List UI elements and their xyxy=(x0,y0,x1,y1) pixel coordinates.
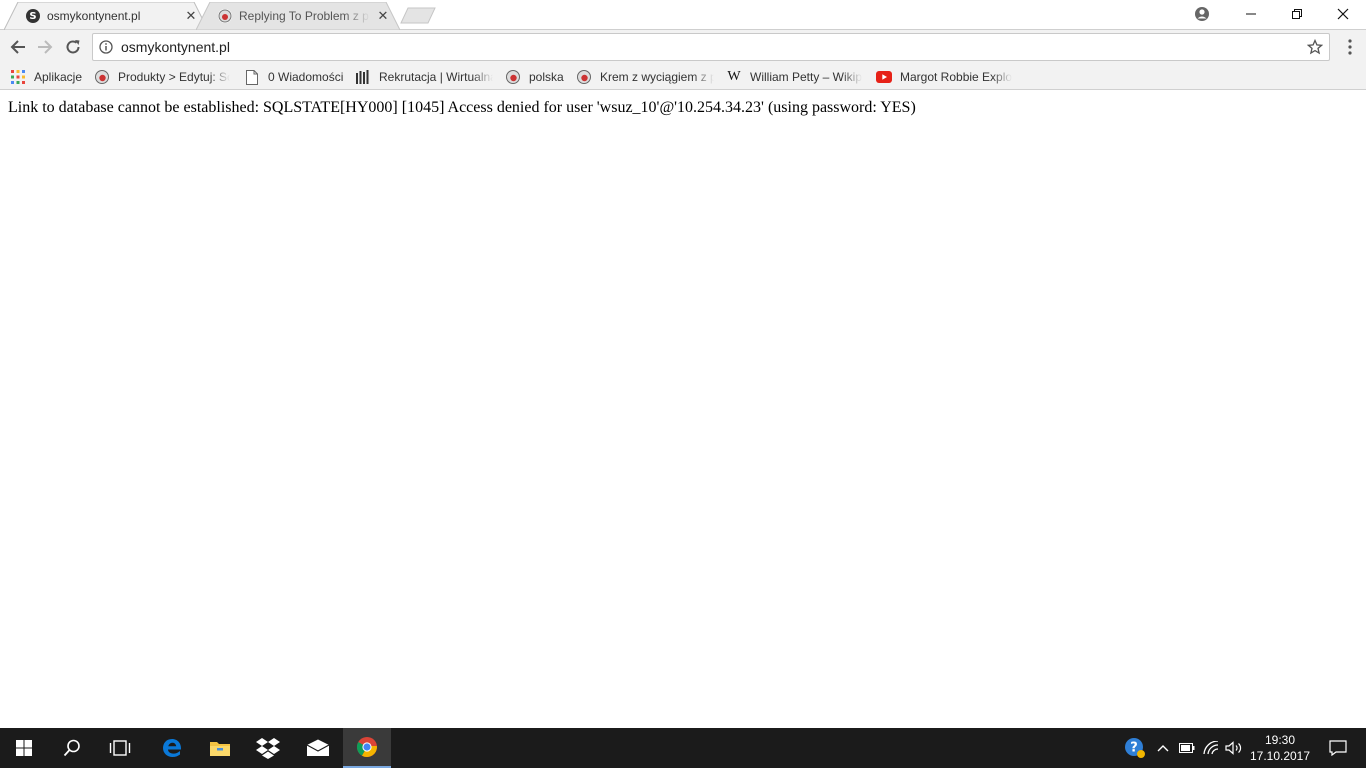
info-icon[interactable] xyxy=(99,40,113,54)
file-explorer-icon xyxy=(210,742,230,756)
browser-toolbar: osmykontynent.pl xyxy=(0,30,1366,64)
svg-text:?: ? xyxy=(1130,741,1138,756)
apps-grid-icon xyxy=(10,69,26,85)
tab-title: Replying To Problem z problem xyxy=(239,9,370,23)
minimize-icon xyxy=(1246,13,1256,15)
site-favicon xyxy=(218,9,232,23)
site-favicon xyxy=(576,69,592,85)
system-clock[interactable]: 19:30 17.10.2017 xyxy=(1244,732,1316,764)
tab-replying[interactable]: Replying To Problem z problem ✕ xyxy=(196,2,400,30)
site-favicon: S xyxy=(26,9,40,23)
tab-strip: S osmykontynent.pl ✕ Replying To Problem… xyxy=(0,0,1366,30)
dropbox-button[interactable] xyxy=(244,728,292,768)
star-icon[interactable] xyxy=(1307,39,1323,55)
bookmark-label: Rekrutacja | Wirtualna xyxy=(379,70,493,84)
battery-icon[interactable] xyxy=(1178,738,1196,758)
task-view-button[interactable] xyxy=(96,728,144,768)
action-center-button[interactable] xyxy=(1318,728,1358,768)
bookmark-william-petty[interactable]: W William Petty – Wikip xyxy=(726,68,862,86)
close-icon[interactable]: ✕ xyxy=(184,9,198,24)
notification-icon xyxy=(1329,740,1347,756)
bookmark-label: Margot Robbie Explo xyxy=(900,70,1012,84)
tab-title: osmykontynent.pl xyxy=(47,9,141,23)
restore-icon xyxy=(1292,9,1302,19)
youtube-icon xyxy=(876,69,892,85)
bookmark-label: 0 Wiadomości xyxy=(268,70,344,84)
site-favicon xyxy=(94,69,110,85)
bookmarks-bar: Aplikacje Produkty > Edytuj: Sc 0 Wiadom… xyxy=(0,64,1366,90)
bookmark-wiadomosci[interactable]: 0 Wiadomości xyxy=(244,68,343,86)
close-window-button[interactable] xyxy=(1320,0,1366,28)
volume-icon[interactable] xyxy=(1225,738,1243,758)
chrome-button[interactable] xyxy=(343,728,391,768)
bookmark-label: Aplikacje xyxy=(34,70,83,84)
restore-button[interactable] xyxy=(1274,0,1320,28)
site-favicon xyxy=(355,69,371,85)
forward-button[interactable] xyxy=(34,36,56,58)
new-tab-button[interactable] xyxy=(400,7,436,24)
bookmark-polska[interactable]: polska xyxy=(505,68,564,86)
url-text[interactable]: osmykontynent.pl xyxy=(121,39,1307,55)
minimize-button[interactable] xyxy=(1228,0,1274,28)
arrow-right-icon xyxy=(38,40,53,54)
tab-osmykontynent[interactable]: S osmykontynent.pl ✕ xyxy=(4,2,208,30)
start-button[interactable] xyxy=(0,728,48,768)
profile-icon[interactable] xyxy=(1194,6,1210,22)
reload-button[interactable] xyxy=(62,36,84,58)
bookmark-margot-robbie[interactable]: Margot Robbie Explo xyxy=(876,68,1012,86)
chrome-icon xyxy=(356,737,377,758)
close-icon[interactable]: ✕ xyxy=(376,9,390,24)
page-icon xyxy=(244,69,260,85)
search-button[interactable] xyxy=(48,728,96,768)
page-content: Link to database cannot be established: … xyxy=(0,91,1366,728)
wifi-icon[interactable] xyxy=(1202,738,1220,758)
address-bar[interactable]: osmykontynent.pl xyxy=(92,33,1330,61)
site-favicon xyxy=(505,69,521,85)
edge-icon xyxy=(163,739,182,757)
bookmark-label: Produkty > Edytuj: Sc xyxy=(118,70,230,84)
search-icon xyxy=(63,739,80,757)
windows-taskbar: ? 19:30 17.10.2017 xyxy=(0,728,1366,768)
bookmark-label: polska xyxy=(529,70,564,84)
bookmark-label: William Petty – Wikip xyxy=(750,70,862,84)
database-error-message: Link to database cannot be established: … xyxy=(8,99,916,116)
bookmark-rekrutacja[interactable]: Rekrutacja | Wirtualna xyxy=(355,68,493,86)
mail-button[interactable] xyxy=(294,728,342,768)
mail-icon xyxy=(306,739,330,756)
bookmark-aplikacje[interactable]: Aplikacje xyxy=(10,68,82,86)
bookmark-produkty[interactable]: Produkty > Edytuj: Sc xyxy=(94,68,230,86)
bookmark-krem[interactable]: Krem z wyciągiem z p xyxy=(576,68,714,86)
more-vert-icon xyxy=(1348,39,1352,55)
menu-button[interactable] xyxy=(1342,38,1358,56)
edge-button[interactable] xyxy=(148,728,196,768)
back-button[interactable] xyxy=(7,36,29,58)
clock-time: 19:30 xyxy=(1264,733,1296,747)
close-icon xyxy=(1337,8,1349,20)
help-icon[interactable]: ? xyxy=(1123,738,1147,758)
bookmark-label: Krem z wyciągiem z p xyxy=(600,70,714,84)
wikipedia-icon: W xyxy=(727,69,741,84)
window-controls xyxy=(1228,0,1366,28)
arrow-left-icon xyxy=(10,40,25,54)
file-explorer-button[interactable] xyxy=(196,728,244,768)
task-view-icon xyxy=(109,740,131,756)
dropbox-icon xyxy=(256,738,280,759)
windows-start-icon xyxy=(16,740,32,756)
chevron-up-icon[interactable] xyxy=(1155,738,1171,758)
reload-icon xyxy=(66,40,80,54)
clock-date: 17.10.2017 xyxy=(1249,749,1311,763)
